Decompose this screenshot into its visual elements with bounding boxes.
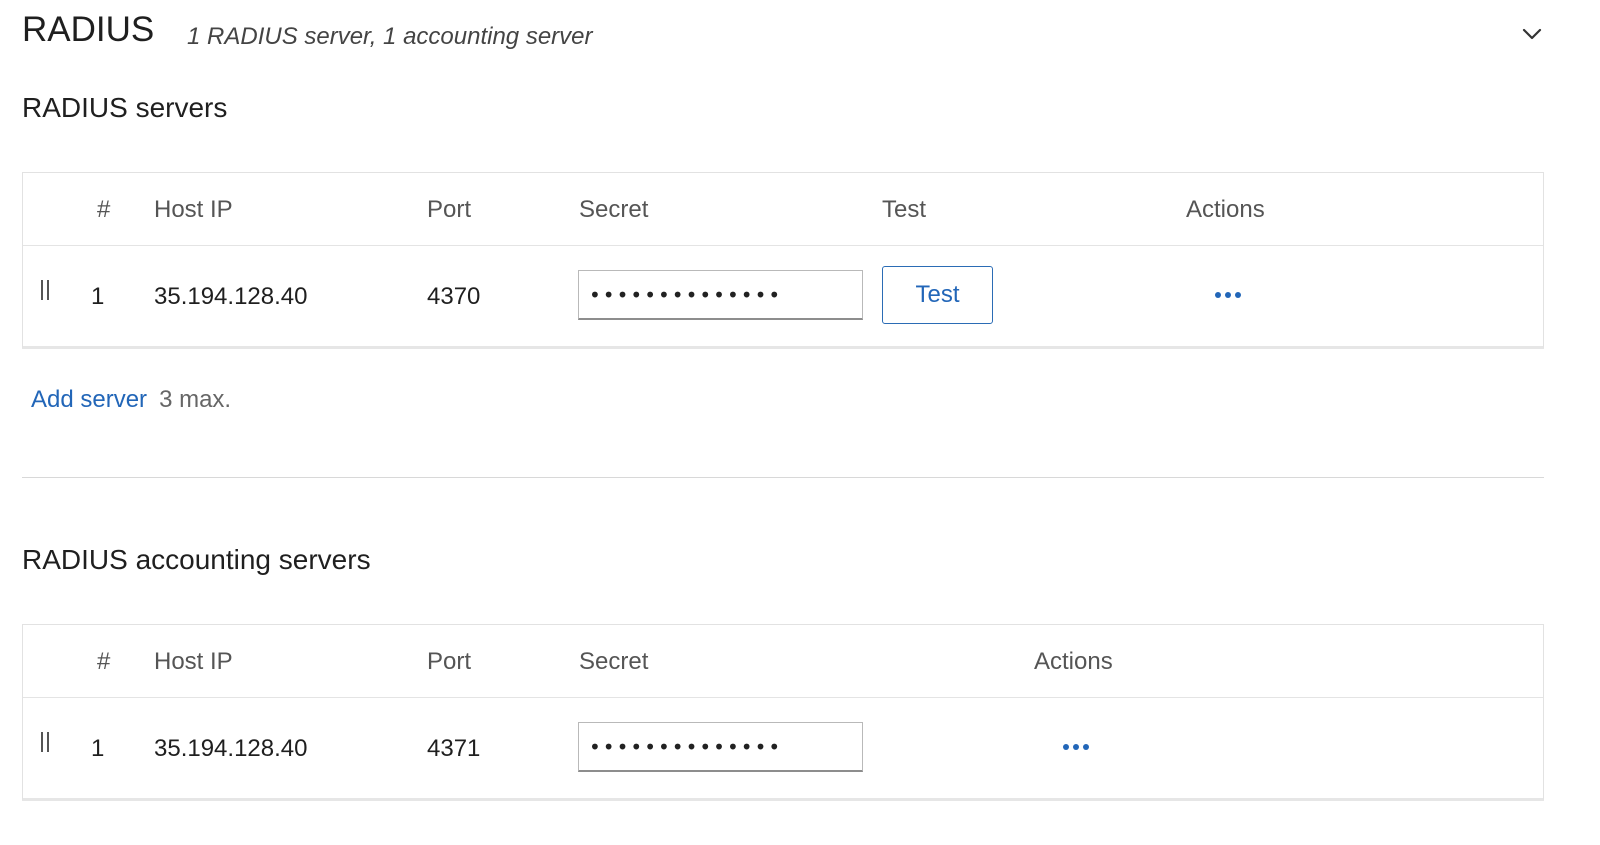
secret-input[interactable] — [578, 270, 863, 320]
test-button[interactable]: Test — [882, 266, 993, 324]
drag-handle-icon[interactable] — [41, 280, 50, 300]
col-secret: Secret — [579, 648, 649, 675]
add-server-row: Add server 3 max. — [31, 386, 231, 414]
col-actions: Actions — [1034, 648, 1113, 675]
table-row: 1 35.194.128.40 4370 Test — [23, 246, 1543, 346]
col-port: Port — [427, 648, 472, 675]
col-host-ip: Host IP — [154, 648, 233, 675]
max-servers-note: 3 max. — [159, 386, 232, 413]
row-number: 1 — [91, 283, 105, 310]
row-port: 4370 — [427, 283, 481, 310]
accounting-servers-heading: RADIUS accounting servers — [22, 544, 371, 575]
section-title-radius: RADIUS — [22, 10, 155, 49]
section-divider — [22, 477, 1544, 478]
more-horizontal-icon[interactable] — [1063, 744, 1089, 752]
table-row: 1 35.194.128.40 4371 — [23, 698, 1543, 798]
col-secret: Secret — [579, 196, 649, 223]
row-number: 1 — [91, 735, 105, 762]
section-summary: 1 RADIUS server, 1 accounting server — [187, 23, 593, 50]
row-host-ip: 35.194.128.40 — [154, 735, 308, 762]
col-test: Test — [882, 196, 927, 223]
radius-servers-table: # Host IP Port Secret Test Actions 1 35.… — [22, 172, 1544, 349]
col-number: # — [97, 196, 111, 223]
chevron-down-icon[interactable] — [1520, 22, 1544, 46]
more-horizontal-icon[interactable] — [1215, 292, 1241, 300]
col-actions: Actions — [1186, 196, 1265, 223]
secret-input[interactable] — [578, 722, 863, 772]
col-port: Port — [427, 196, 472, 223]
radius-servers-heading: RADIUS servers — [22, 92, 228, 123]
add-server-link[interactable]: Add server — [31, 386, 147, 413]
col-number: # — [97, 648, 111, 675]
row-port: 4371 — [427, 735, 481, 762]
table-header: # Host IP Port Secret Test Actions — [23, 173, 1543, 246]
col-host-ip: Host IP — [154, 196, 233, 223]
table-header: # Host IP Port Secret Actions — [23, 625, 1543, 698]
accounting-servers-table: # Host IP Port Secret Actions 1 35.194.1… — [22, 624, 1544, 801]
row-host-ip: 35.194.128.40 — [154, 283, 308, 310]
drag-handle-icon[interactable] — [41, 732, 50, 752]
